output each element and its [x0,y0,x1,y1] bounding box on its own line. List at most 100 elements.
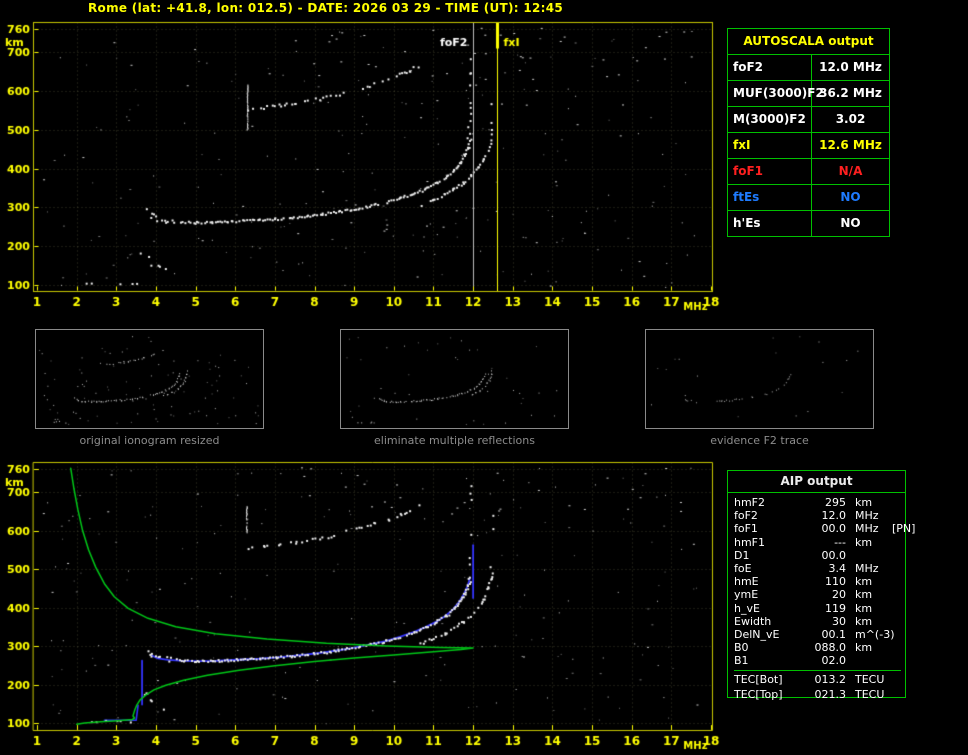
top-ionogram-canvas [0,14,725,314]
aip-label: B0 [734,641,749,655]
aip-extra [892,575,901,588]
aip-value: 295 [825,496,846,509]
aip-row-hmF2: hmF2 295 km [734,496,901,509]
aip-row-h_vE: h_vE 119 km [734,602,901,615]
aip-unit [846,549,892,562]
aip-label: hmE [734,575,759,589]
autoscala-row-label: h'Es [728,211,812,236]
aip-extra: [PN] [892,522,916,536]
aip-extra [892,688,901,701]
aip-value: 021.3 [814,688,847,702]
aip-extra [892,496,901,509]
autoscala-row-h'Es: h'Es NO [728,211,889,236]
thumb-original-ionogram [35,329,264,429]
autoscala-row-foF2: foF2 12.0 MHz [728,55,889,81]
autoscala-screen: Rome (lat: +41.8, lon: 012.5) - DATE: 20… [0,0,968,755]
aip-label: D1 [734,548,750,562]
thumb-evidence-f2 [645,329,874,429]
aip-value: 119 [825,601,846,615]
aip-value: 110 [825,575,846,589]
aip-unit: MHz [855,522,879,536]
aip-value: 02.0 [821,654,847,668]
thumb-original-caption: original ionogram resized [79,434,220,447]
aip-unit: km [855,575,873,589]
aip-row-foE: foE 3.4 MHz [734,562,901,575]
autoscala-row-value: N/A [838,164,863,178]
autoscala-row-M(3000)F2: M(3000)F2 3.02 [728,107,889,133]
autoscala-row-value: 12.6 MHz [819,138,882,152]
aip-unit: km [855,614,873,628]
aip-extra [892,536,901,549]
aip-extra [892,549,901,562]
aip-label: Ewidth [734,614,772,628]
autoscala-row-label: foF2 [728,55,812,80]
aip-unit: MHz [855,509,879,523]
aip-unit: km [855,588,873,602]
aip-label: TEC[Bot] [734,673,783,687]
aip-value: 00.0 [821,522,847,536]
autoscala-row-label: foF1 [728,159,812,184]
aip-value: 00.0 [821,548,847,562]
autoscala-table-rows: foF2 12.0 MHz MUF(3000)F2 36.2 MHz M(3000)F2… [728,55,889,236]
aip-value: 088.0 [814,641,847,655]
autoscala-row-label: MUF(3000)F2 [728,81,824,106]
autoscala-row-value: NO [840,216,861,230]
aip-row-B0: B0 088.0 km [734,641,901,654]
aip-table-title: AIP output [728,471,905,493]
aip-unit: km [855,641,873,655]
aip-row-TEC[Top]: TEC[Top] 021.3 TECU [734,688,901,701]
aip-label: DelN_vE [734,627,780,641]
aip-row-DelN_vE: DelN_vE 00.1 m^(-3) [734,628,901,641]
thumb-evidence-caption: evidence F2 trace [710,434,809,447]
aip-label: hmF1 [734,535,766,549]
aip-row-D1: D1 00.0 [734,549,901,562]
thumb-eliminate-caption: eliminate multiple reflections [374,434,535,447]
thumb-eliminate-reflections [340,329,569,429]
aip-extra [892,562,901,575]
aip-row-foF1: foF1 00.0 MHz [PN] [734,522,915,536]
aip-label: foF2 [734,509,758,523]
aip-extra [892,509,901,522]
thumb-original-canvas [36,330,263,428]
aip-row-hmF1: hmF1 --- km [734,536,901,549]
thumb-evidence-canvas [646,330,873,428]
bottom-ionogram-canvas [0,455,725,755]
aip-label: foF1 [734,522,758,536]
aip-value: 013.2 [814,673,847,687]
autoscala-row-label: fxI [728,133,812,158]
autoscala-table-title: AUTOSCALA output [728,29,889,55]
aip-extra [892,641,901,654]
aip-label: h_vE [734,601,760,615]
aip-value: 12.0 [821,509,847,523]
aip-unit: km [855,601,873,615]
aip-extra [892,588,901,601]
aip-unit: km [855,535,873,549]
aip-value: 30 [832,614,846,628]
aip-extra [892,628,901,641]
aip-label: foE [734,561,752,575]
aip-extra [892,602,901,615]
thumb-eliminate-canvas [341,330,568,428]
autoscala-row-ftEs: ftEs NO [728,185,889,211]
aip-unit: MHz [855,561,879,575]
aip-value: 3.4 [828,561,847,575]
aip-row-ymE: ymE 20 km [734,588,901,601]
aip-row-TEC[Bot]: TEC[Bot] 013.2 TECU [734,670,901,688]
aip-output-table: AIP output hmF2 295 km foF2 12.0 MHz foF1 00.0 M… [727,470,915,701]
autoscala-row-value: 3.02 [835,112,866,126]
autoscala-row-fxI: fxI 12.6 MHz [728,133,889,159]
aip-extra [892,673,901,688]
aip-label: B1 [734,654,749,668]
aip-unit: TECU [855,673,885,687]
aip-extra [892,654,901,667]
aip-unit [846,654,892,667]
aip-row-Ewidth: Ewidth 30 km [734,615,901,628]
aip-label: ymE [734,588,759,602]
aip-row-B1: B1 02.0 [734,654,901,667]
aip-value: 20 [832,588,846,602]
autoscala-row-label: ftEs [728,185,812,210]
aip-label: hmF2 [734,496,766,509]
autoscala-output-table: AUTOSCALA output foF2 12.0 MHz MUF(3000)F2… [727,28,890,237]
aip-unit: m^(-3) [855,627,895,641]
aip-extra [892,615,901,628]
